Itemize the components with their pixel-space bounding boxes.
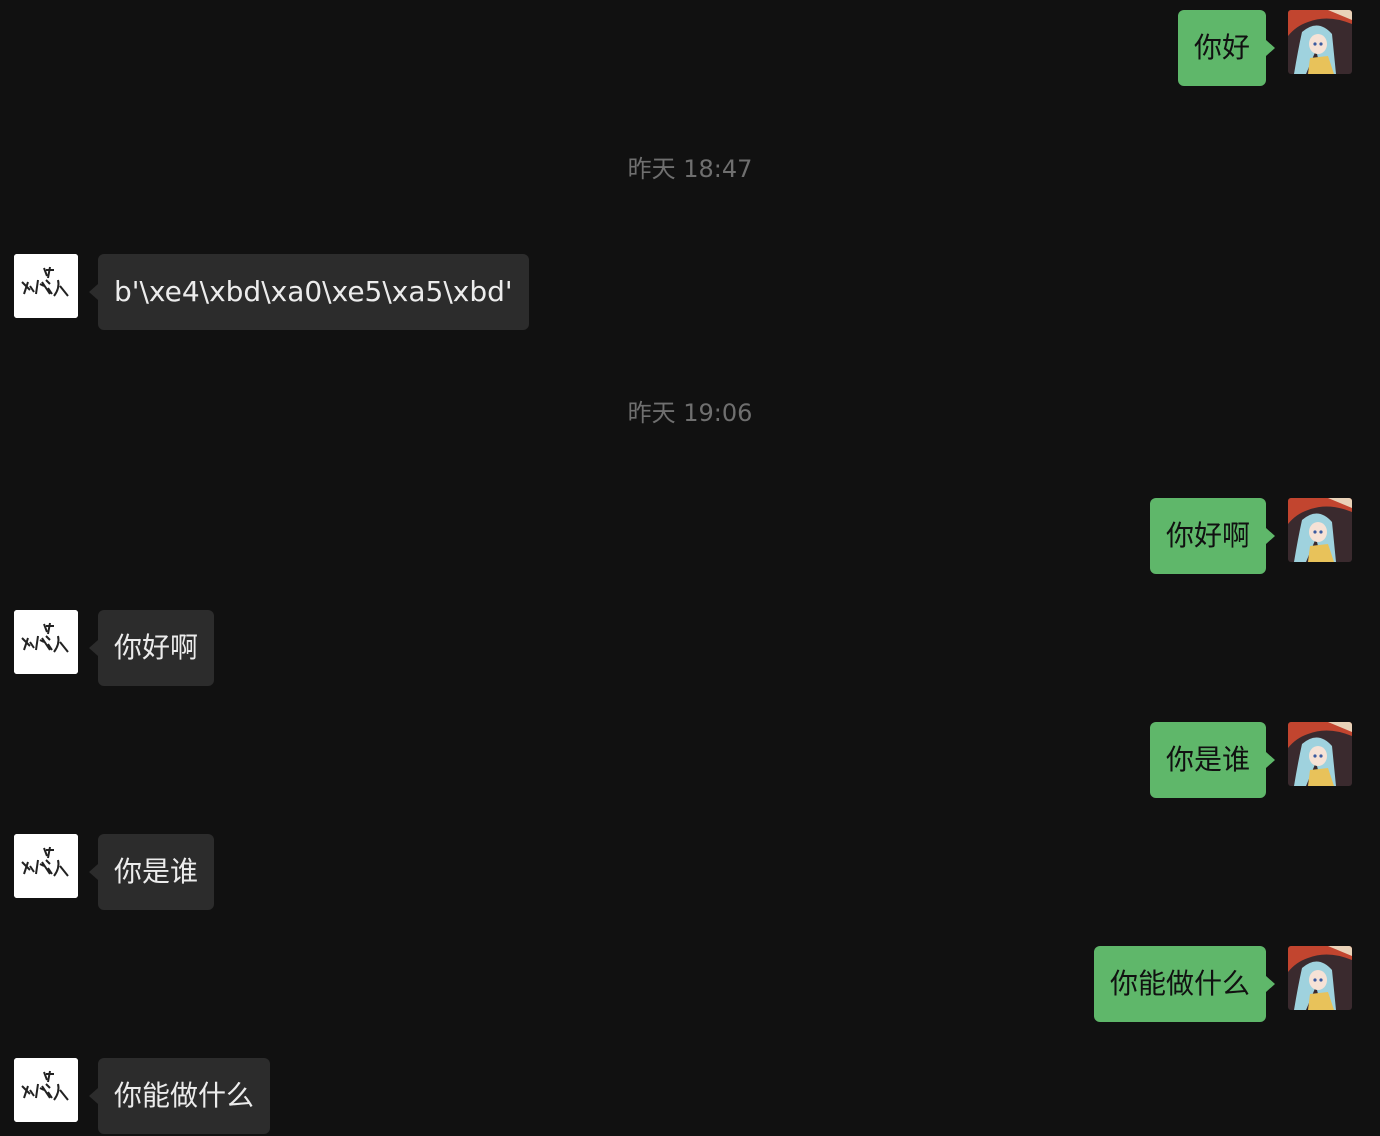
user-message-bubble[interactable]: 你好: [1177, 10, 1276, 86]
anime-character-avatar-icon: [1288, 10, 1352, 74]
ai-logo-avatar-icon: [14, 834, 78, 898]
timestamp: 昨天 18:47: [627, 155, 753, 183]
bot-avatar[interactable]: [14, 254, 78, 318]
bot-message-bubble[interactable]: b'\xe4\xbd\xa0\xe5\xa5\xbd': [89, 254, 529, 330]
user-message-bubble[interactable]: 你好啊: [1149, 498, 1276, 574]
user-avatar[interactable]: [1288, 722, 1352, 786]
user-avatar[interactable]: [1288, 10, 1352, 74]
bot-message-bubble[interactable]: 你好啊: [88, 610, 215, 686]
chat-area: 你好 昨天 18:47 b'\xe4\xbd\xa0\xe5\xa5\xbd' …: [0, 0, 1380, 1136]
bot-avatar[interactable]: [14, 610, 78, 674]
bot-message-bubble[interactable]: 你能做什么: [88, 1058, 271, 1134]
bot-message-bubble[interactable]: 你是谁: [88, 834, 215, 910]
user-avatar[interactable]: [1288, 498, 1352, 562]
user-avatar[interactable]: [1288, 946, 1352, 1010]
anime-character-avatar-icon: [1288, 498, 1352, 562]
user-message-bubble[interactable]: 你能做什么: [1093, 946, 1276, 1022]
bot-avatar[interactable]: [14, 834, 78, 898]
ai-logo-avatar-icon: [14, 610, 78, 674]
ai-logo-avatar-icon: [14, 1058, 78, 1122]
bot-avatar[interactable]: [14, 1058, 78, 1122]
anime-character-avatar-icon: [1288, 722, 1352, 786]
timestamp: 昨天 19:06: [627, 399, 753, 427]
ai-logo-avatar-icon: [14, 254, 78, 318]
user-message-bubble[interactable]: 你是谁: [1149, 722, 1276, 798]
anime-character-avatar-icon: [1288, 946, 1352, 1010]
